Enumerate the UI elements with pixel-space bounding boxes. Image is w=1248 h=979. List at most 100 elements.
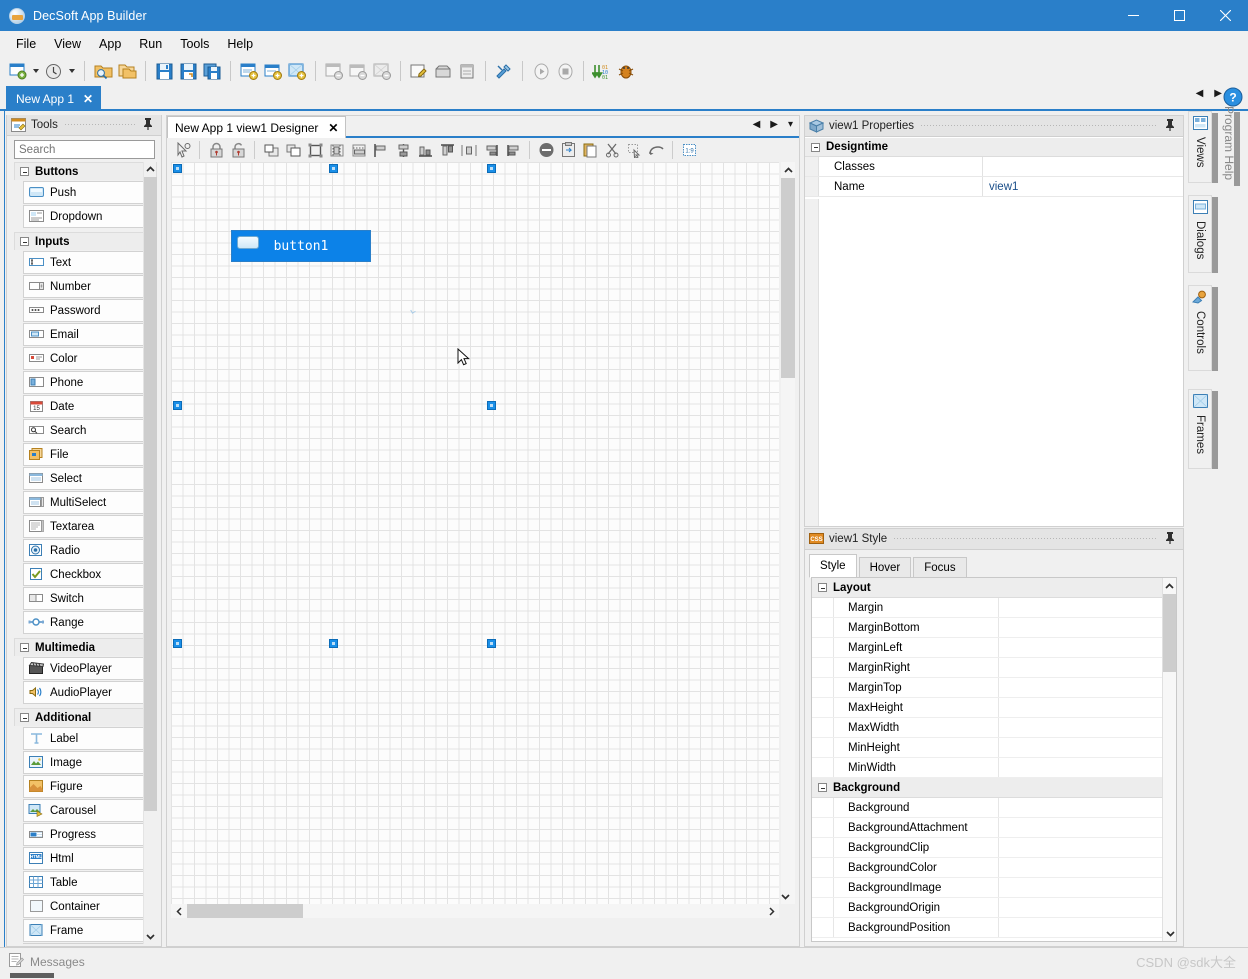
tool-item-text[interactable]: Text	[23, 251, 148, 274]
chevron-right-icon[interactable]: ▶	[770, 120, 778, 130]
save-all-button[interactable]	[200, 59, 224, 83]
rail-tab-views[interactable]: Views	[1188, 111, 1212, 183]
style-property-value[interactable]	[999, 678, 1176, 697]
style-row-maxheight[interactable]: MaxHeight	[812, 698, 1176, 718]
snap-to-grid-button[interactable]: 1:9	[678, 139, 700, 161]
pin-icon[interactable]	[1164, 531, 1178, 547]
remove-dialog-button[interactable]	[346, 59, 370, 83]
tool-item-textarea[interactable]: Textarea	[23, 515, 148, 538]
tool-item-file[interactable]: File	[23, 443, 148, 466]
designer-tab[interactable]: New App 1 view1 Designer ✕	[167, 116, 347, 138]
program-help-button[interactable]: ?	[1222, 86, 1244, 108]
collapse-icon[interactable]	[20, 237, 29, 246]
selection-handle-middle-left[interactable]	[173, 401, 182, 410]
drag-handle[interactable]	[920, 124, 1158, 128]
style-row-maxwidth[interactable]: MaxWidth	[812, 718, 1176, 738]
panel-button[interactable]	[455, 59, 479, 83]
chevron-right-icon[interactable]: ▶	[1214, 89, 1222, 99]
style-property-value[interactable]	[999, 618, 1176, 637]
space-horizontal-button[interactable]	[458, 139, 480, 161]
cut-control-button[interactable]	[601, 139, 623, 161]
scrollbar-thumb[interactable]	[187, 904, 303, 918]
archive-button[interactable]	[431, 59, 455, 83]
align-middle-button[interactable]	[502, 139, 524, 161]
selection-handle-top-center[interactable]	[329, 164, 338, 173]
chevron-left-icon[interactable]: ◀	[753, 120, 761, 130]
menu-run[interactable]: Run	[130, 34, 171, 54]
stop-button[interactable]	[553, 59, 577, 83]
style-property-value[interactable]	[999, 818, 1176, 837]
add-dialog-button[interactable]	[261, 59, 285, 83]
scroll-up-button[interactable]	[1163, 578, 1176, 594]
tool-item-dropdown[interactable]: Dropdown	[23, 205, 148, 228]
run-button[interactable]	[529, 59, 553, 83]
style-section-layout[interactable]: Layout	[812, 578, 1176, 598]
tab-focus[interactable]: Focus	[913, 557, 967, 578]
collapse-icon[interactable]	[811, 142, 820, 152]
style-property-value[interactable]	[999, 898, 1176, 917]
chevron-left-icon[interactable]: ◀	[1196, 89, 1204, 99]
tool-item-frame[interactable]: Frame	[23, 919, 148, 942]
selection-handle-bottom-left[interactable]	[173, 639, 182, 648]
style-property-value[interactable]	[999, 598, 1176, 617]
open-app-button[interactable]	[91, 59, 115, 83]
select-tool-button[interactable]	[172, 139, 194, 161]
menu-view[interactable]: View	[45, 34, 90, 54]
tool-item-phone[interactable]: Phone	[23, 371, 148, 394]
tool-item-partial[interactable]	[23, 943, 148, 944]
selection-handle-bottom-right[interactable]	[487, 639, 496, 648]
tab-style[interactable]: Style	[809, 554, 857, 578]
style-section-background[interactable]: Background	[812, 778, 1176, 798]
messages-tab[interactable]: Messages	[8, 952, 85, 971]
selection-handle-bottom-center[interactable]	[329, 639, 338, 648]
tool-item-image[interactable]: Image	[23, 751, 148, 774]
paste-control-button[interactable]	[579, 139, 601, 161]
tool-item-select[interactable]: Select	[23, 467, 148, 490]
selection-handle-top-left[interactable]	[173, 164, 182, 173]
style-property-value[interactable]	[999, 718, 1176, 737]
lock-controls-button[interactable]	[205, 139, 227, 161]
property-row-name[interactable]: Name view1	[805, 177, 1183, 197]
tool-item-color[interactable]: Color	[23, 347, 148, 370]
tools-group-buttons[interactable]: Buttons	[14, 162, 157, 180]
close-icon[interactable]: ✕	[328, 121, 338, 135]
style-row-marginleft[interactable]: MarginLeft	[812, 638, 1176, 658]
scroll-up-button[interactable]	[781, 162, 795, 178]
unlock-controls-button[interactable]	[227, 139, 249, 161]
save-as-button[interactable]	[176, 59, 200, 83]
style-property-value[interactable]	[999, 878, 1176, 897]
scrollbar-thumb[interactable]	[781, 178, 795, 378]
tools-group-multimedia[interactable]: Multimedia	[14, 638, 157, 656]
tool-item-container[interactable]: Container	[23, 895, 148, 918]
canvas-control-button1[interactable]: button1	[231, 230, 371, 262]
style-property-value[interactable]	[999, 838, 1176, 857]
scroll-right-button[interactable]	[763, 904, 779, 918]
tool-item-table[interactable]: Table	[23, 871, 148, 894]
remove-view-button[interactable]	[322, 59, 346, 83]
select-all-button[interactable]	[304, 139, 326, 161]
style-row-minwidth[interactable]: MinWidth	[812, 758, 1176, 778]
edit-code-button[interactable]	[407, 59, 431, 83]
center-align-button[interactable]	[392, 139, 414, 161]
search-input[interactable]	[14, 140, 155, 159]
remove-frame-button[interactable]	[370, 59, 394, 83]
add-frame-button[interactable]	[285, 59, 309, 83]
pin-icon[interactable]	[142, 117, 156, 133]
property-row-classes[interactable]: Classes	[805, 157, 1183, 177]
tool-item-videoplayer[interactable]: VideoPlayer	[23, 657, 148, 680]
recent-apps-dropdown[interactable]	[66, 59, 78, 83]
tools-group-additional[interactable]: Additional	[14, 708, 157, 726]
style-property-value[interactable]	[999, 758, 1176, 777]
tool-item-date[interactable]: 15 Date	[23, 395, 148, 418]
duplicate-control-button[interactable]	[623, 139, 645, 161]
style-row-backgroundattachment[interactable]: BackgroundAttachment	[812, 818, 1176, 838]
style-row-margintop[interactable]: MarginTop	[812, 678, 1176, 698]
style-row-backgroundposition[interactable]: BackgroundPosition	[812, 918, 1176, 938]
properties-category-designtime[interactable]: Designtime	[805, 138, 1183, 157]
menu-file[interactable]: File	[7, 34, 45, 54]
rail-tab-dialogs[interactable]: Dialogs	[1188, 195, 1212, 273]
style-property-value[interactable]	[999, 658, 1176, 677]
minimize-button[interactable]	[1110, 0, 1156, 31]
scrollbar-thumb-secondary[interactable]	[144, 791, 157, 811]
style-row-margin[interactable]: Margin	[812, 598, 1176, 618]
